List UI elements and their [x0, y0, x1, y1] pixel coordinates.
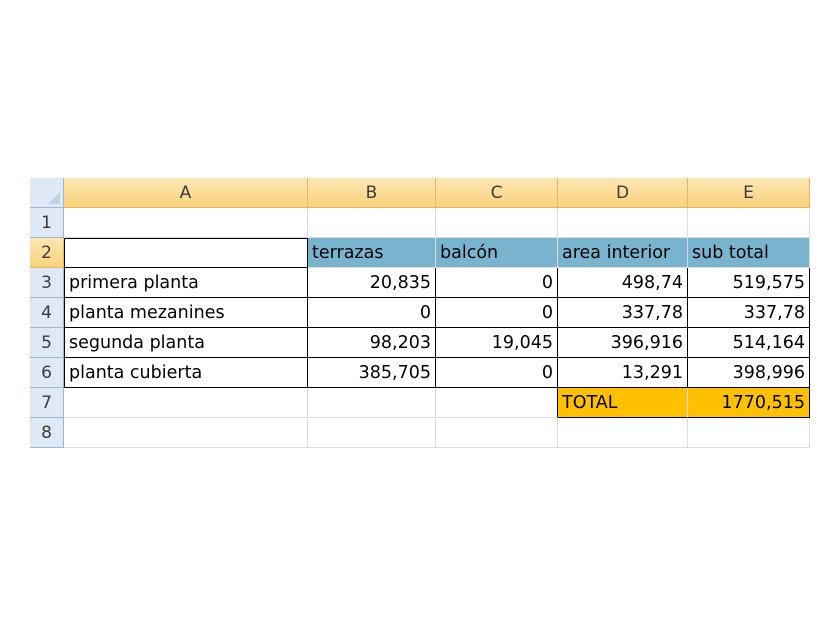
- cell-d3[interactable]: 498,74: [558, 268, 688, 298]
- sheet-row-2: 2 terrazas balcón area interior sub tota…: [30, 238, 810, 268]
- cell-a3[interactable]: primera planta: [64, 268, 308, 298]
- cell-d4[interactable]: 337,78: [558, 298, 688, 328]
- cell-e1[interactable]: [688, 208, 810, 238]
- row-header-6[interactable]: 6: [30, 358, 64, 388]
- total-value-cell[interactable]: 1770,515: [688, 388, 810, 418]
- cell-c7[interactable]: [436, 388, 558, 418]
- cell-b8[interactable]: [308, 418, 436, 448]
- column-header-e[interactable]: E: [688, 178, 810, 208]
- total-label-cell[interactable]: TOTAL: [558, 388, 688, 418]
- cell-b7[interactable]: [308, 388, 436, 418]
- cell-b5[interactable]: 98,203: [308, 328, 436, 358]
- row-header-7[interactable]: 7: [30, 388, 64, 418]
- cell-b6[interactable]: 385,705: [308, 358, 436, 388]
- cell-b3[interactable]: 20,835: [308, 268, 436, 298]
- row-header-4[interactable]: 4: [30, 298, 64, 328]
- row-header-8[interactable]: 8: [30, 418, 64, 448]
- sheet-row-7: 7 TOTAL 1770,515: [30, 388, 810, 418]
- cell-e8[interactable]: [688, 418, 810, 448]
- cell-e6[interactable]: 398,996: [688, 358, 810, 388]
- row-header-5[interactable]: 5: [30, 328, 64, 358]
- sheet-row-3: 3 primera planta 20,835 0 498,74 519,575: [30, 268, 810, 298]
- sheet-row-8: 8: [30, 418, 810, 448]
- cell-d8[interactable]: [558, 418, 688, 448]
- column-header-d[interactable]: D: [558, 178, 688, 208]
- sheet-row-6: 6 planta cubierta 385,705 0 13,291 398,9…: [30, 358, 810, 388]
- column-header-row: A B C D E: [30, 178, 810, 208]
- select-all-icon: [48, 192, 60, 204]
- cell-c3[interactable]: 0: [436, 268, 558, 298]
- cell-d1[interactable]: [558, 208, 688, 238]
- cell-a1[interactable]: [64, 208, 308, 238]
- cell-c2[interactable]: balcón: [436, 238, 558, 268]
- cell-e4[interactable]: 337,78: [688, 298, 810, 328]
- cell-a6[interactable]: planta cubierta: [64, 358, 308, 388]
- cell-b4[interactable]: 0: [308, 298, 436, 328]
- cell-c4[interactable]: 0: [436, 298, 558, 328]
- cell-e5[interactable]: 514,164: [688, 328, 810, 358]
- column-header-a[interactable]: A: [64, 178, 308, 208]
- row-header-2[interactable]: 2: [30, 238, 64, 268]
- cell-c6[interactable]: 0: [436, 358, 558, 388]
- row-header-3[interactable]: 3: [30, 268, 64, 298]
- cell-c5[interactable]: 19,045: [436, 328, 558, 358]
- select-all-button[interactable]: [30, 178, 64, 208]
- cell-a8[interactable]: [64, 418, 308, 448]
- cell-d5[interactable]: 396,916: [558, 328, 688, 358]
- cell-c1[interactable]: [436, 208, 558, 238]
- cell-a5[interactable]: segunda planta: [64, 328, 308, 358]
- cell-e3[interactable]: 519,575: [688, 268, 810, 298]
- row-header-1[interactable]: 1: [30, 208, 64, 238]
- cell-b2[interactable]: terrazas: [308, 238, 436, 268]
- cell-a7[interactable]: [64, 388, 308, 418]
- cell-c8[interactable]: [436, 418, 558, 448]
- cell-a4[interactable]: planta mezanines: [64, 298, 308, 328]
- column-header-c[interactable]: C: [436, 178, 558, 208]
- cell-d6[interactable]: 13,291: [558, 358, 688, 388]
- cell-d2[interactable]: area interior: [558, 238, 688, 268]
- sheet-row-1: 1: [30, 208, 810, 238]
- column-header-b[interactable]: B: [308, 178, 436, 208]
- sheet-row-4: 4 planta mezanines 0 0 337,78 337,78: [30, 298, 810, 328]
- cell-b1[interactable]: [308, 208, 436, 238]
- sheet-row-5: 5 segunda planta 98,203 19,045 396,916 5…: [30, 328, 810, 358]
- cell-e2[interactable]: sub total: [688, 238, 810, 268]
- cell-a2[interactable]: [64, 238, 308, 268]
